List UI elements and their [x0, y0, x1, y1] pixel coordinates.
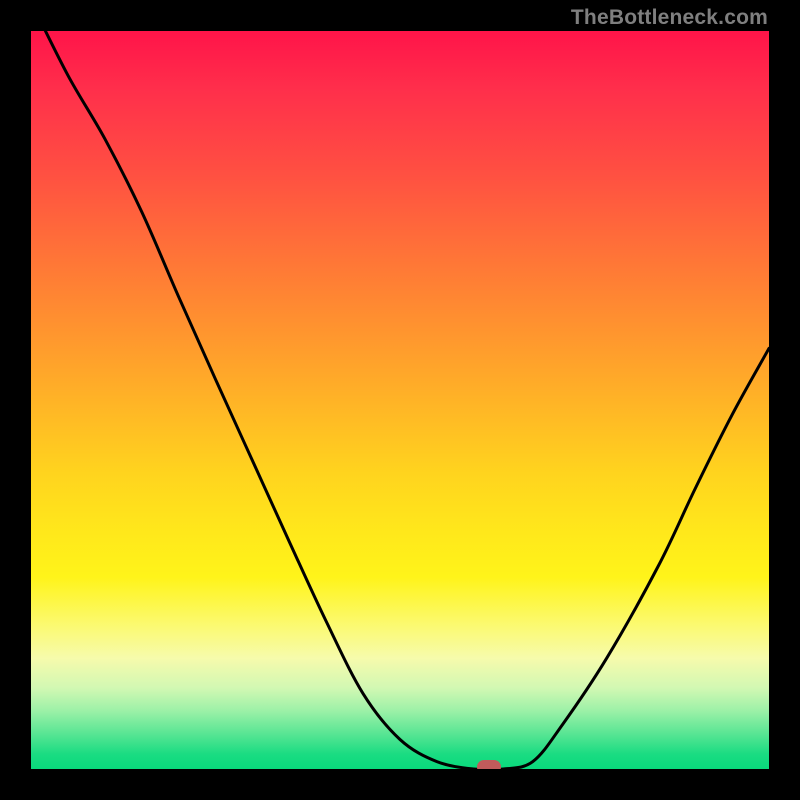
watermark-text: TheBottleneck.com	[571, 6, 768, 30]
chart-plot-area	[31, 31, 769, 769]
chart-marker	[477, 760, 501, 769]
chart-line-svg	[31, 31, 769, 769]
chart-curve	[31, 31, 769, 769]
